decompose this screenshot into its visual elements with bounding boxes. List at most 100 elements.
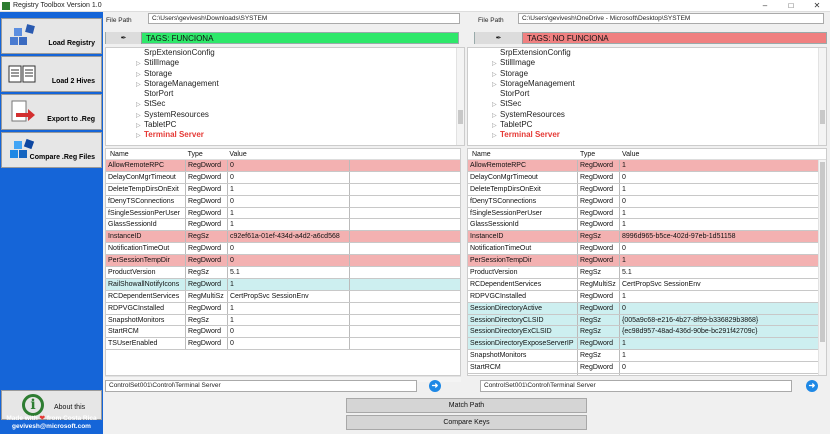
expand-arrow-icon[interactable]: ▷ — [492, 131, 500, 141]
table-row[interactable]: fDenyTSConnections RegDword 0 — [468, 195, 826, 208]
table-row[interactable]: NotificationTimeOut RegDword 0 — [468, 243, 826, 256]
table-row[interactable]: RDPVGCInstalled RegDword 1 — [468, 290, 826, 303]
tree-item[interactable]: SrpExtensionConfig — [136, 48, 464, 58]
cell-value: 1 — [620, 255, 820, 267]
table-row[interactable]: AllowRemoteRPC RegDword 0 — [106, 160, 460, 172]
cell-value: 5.1 — [228, 267, 350, 278]
tree-item[interactable]: ▷ StorageManagement — [492, 79, 826, 89]
cell-name: SessionDirectoryExCLSID — [468, 326, 578, 338]
compare-reg-files-button[interactable]: Compare .Reg Files — [1, 132, 102, 168]
tree-item[interactable]: ▷ Storage — [136, 69, 464, 79]
tree-item-label: Terminal Server — [500, 130, 560, 140]
left-edit-tag-button[interactable]: ✒ — [106, 32, 142, 44]
tree-item[interactable]: ▷ StillImage — [492, 58, 826, 68]
right-col-type[interactable]: Type — [578, 149, 620, 159]
left-go-button[interactable]: ➜ — [429, 380, 441, 392]
cell-name: StartRCM — [468, 362, 578, 374]
right-tree-items: SrpExtensionConfig ▷ StillImage ▷ Storage ▷ St… — [468, 48, 826, 141]
tree-item[interactable]: ▷ StSec — [492, 99, 826, 109]
table-row[interactable]: InstanceID RegSz 8996d965-b5ce-402d-97eb-1… — [468, 231, 826, 244]
left-col-value[interactable]: Value — [227, 149, 460, 159]
right-edit-tag-button[interactable]: ✒ — [475, 32, 523, 44]
left-key-path-field[interactable]: ControlSet001\Control\Terminal Server — [105, 380, 417, 392]
right-go-button[interactable]: ➜ — [806, 380, 818, 392]
right-key-path-field[interactable]: ControlSet001\Control\Terminal Server — [480, 380, 792, 392]
table-row[interactable]: GlassSessionId RegDword 1 — [468, 219, 826, 232]
right-registry-tree[interactable]: SrpExtensionConfig ▷ StillImage ▷ Storage ▷ St… — [467, 47, 827, 146]
table-row[interactable]: ProductVersion RegSz 5.1 — [468, 267, 826, 279]
expand-arrow-icon[interactable]: ▷ — [136, 131, 144, 141]
tree-item[interactable]: ▷ SystemResources — [492, 110, 826, 120]
table-row[interactable]: SessionDirectoryActive RegDword 0 — [468, 302, 826, 315]
table-row[interactable]: SessionDirectoryExposeServerIP RegDword 1 — [468, 338, 826, 351]
table-row[interactable]: DeleteTempDirsOnExit RegDword 1 — [468, 183, 826, 196]
made-with-prefix: Made with — [6, 415, 38, 422]
tree-item[interactable]: ▷ StillImage — [136, 58, 464, 68]
left-tree-scrollbar[interactable] — [456, 48, 464, 145]
app-icon — [2, 1, 10, 10]
export-reg-button[interactable]: Export to .Reg — [1, 94, 102, 130]
table-row[interactable]: DelayConMgrTimeout RegDword 0 — [468, 171, 826, 184]
table-row[interactable]: GlassSessionId RegDword 1 — [106, 219, 460, 232]
tree-item[interactable]: ▷ Storage — [492, 69, 826, 79]
table-row[interactable]: InstanceID RegSz c92ef61a-01ef-434d-a4d2-a… — [106, 231, 460, 244]
left-file-path-field[interactable]: C:\Users\gevivesh\Downloads\SYSTEM — [148, 13, 460, 24]
table-row[interactable]: DeleteTempDirsOnExit RegDword 1 — [106, 183, 460, 196]
table-row[interactable]: SnapshotMonitors RegSz 1 — [106, 314, 460, 327]
right-file-path-field[interactable]: C:\Users\gevivesh\OneDrive - Microsoft\D… — [518, 13, 824, 24]
match-path-button[interactable]: Match Path — [346, 398, 587, 413]
table-row[interactable]: fSingleSessionPerUser RegDword 1 — [468, 207, 826, 220]
table-row[interactable]: DelayConMgrTimeout RegDword 0 — [106, 171, 460, 184]
table-row[interactable]: ProductVersion RegSz 5.1 — [106, 267, 460, 279]
left-col-type[interactable]: Type — [186, 149, 228, 159]
load-registry-button[interactable]: Load Registry — [1, 18, 102, 54]
tree-item[interactable]: ▷ TabletPC — [492, 120, 826, 130]
table-row[interactable]: SnapshotMonitors RegSz 1 — [468, 350, 826, 363]
minimize-button[interactable]: – — [752, 0, 778, 12]
cell-name: GlassSessionId — [468, 219, 578, 231]
sidebar: Load Registry Load 2 Hives Export to .Re… — [0, 12, 103, 434]
right-table-scroll-thumb[interactable] — [820, 162, 825, 342]
load-two-hives-button[interactable]: Load 2 Hives — [1, 56, 102, 92]
table-row[interactable]: StartRCM RegDword 0 — [106, 326, 460, 339]
compare-keys-button[interactable]: Compare Keys — [346, 415, 587, 430]
right-col-value[interactable]: Value — [620, 149, 820, 159]
maximize-button[interactable]: □ — [778, 0, 804, 12]
table-row[interactable]: RCDependentServices RegMultiSz CertPropSvc… — [106, 290, 460, 303]
left-tree-scroll-thumb[interactable] — [458, 110, 463, 124]
right-tree-scroll-thumb[interactable] — [820, 110, 825, 124]
tree-item[interactable]: StorPort — [136, 89, 464, 99]
table-row[interactable]: SessionDirectoryExCLSID RegSz {ec98d957-48… — [468, 326, 826, 339]
table-row[interactable]: TSUserEnabledRegDword0 — [106, 338, 460, 351]
table-row[interactable]: RCDependentServices RegMultiSz CertPropSvc… — [468, 278, 826, 291]
tree-item[interactable]: ▷ SystemResources — [136, 110, 464, 120]
table-row[interactable]: NotificationTimeOut RegDword 0 — [106, 243, 460, 256]
table-row[interactable]: RailShowallNotifyIcons RegDword 1 — [106, 278, 460, 291]
table-row[interactable]: TSUserEnabledRegDword0 — [468, 374, 826, 375]
left-table-rows: AllowRemoteRPC RegDword 0 DelayConMgrTimeou… — [106, 160, 460, 351]
close-button[interactable]: ✕ — [804, 0, 830, 12]
left-registry-tree[interactable]: SrpExtensionConfig ▷ StillImage ▷ Storage ▷ St… — [105, 47, 465, 146]
table-row[interactable]: PerSessionTempDir RegDword 0 — [106, 255, 460, 268]
tree-item[interactable]: StorPort — [492, 89, 826, 99]
left-col-name[interactable]: Name — [106, 149, 186, 159]
right-table-scrollbar[interactable] — [818, 160, 826, 375]
table-row[interactable]: fDenyTSConnections RegDword 0 — [106, 195, 460, 208]
table-row[interactable]: AllowRemoteRPC RegDword 1 — [468, 160, 826, 172]
tree-item[interactable]: ▷ StSec — [136, 99, 464, 109]
table-row[interactable]: SessionDirectoryCLSID RegSz {005a9c68-e216… — [468, 314, 826, 327]
table-row[interactable]: PerSessionTempDir RegDword 1 — [468, 255, 826, 268]
tree-item[interactable]: ▷ Terminal Server — [136, 130, 464, 140]
tree-item[interactable]: ▷ TabletPC — [136, 120, 464, 130]
table-row[interactable]: fSingleSessionPerUser RegDword 1 — [106, 207, 460, 220]
table-row[interactable]: RDPVGCInstalled RegDword 1 — [106, 302, 460, 315]
right-col-name[interactable]: Name — [468, 149, 578, 159]
tree-item[interactable]: SrpExtensionConfig — [492, 48, 826, 58]
right-go-arrow-icon: ➜ — [808, 381, 816, 390]
table-row[interactable]: StartRCM RegDword 0 — [468, 362, 826, 375]
cell-value: 0 — [620, 171, 820, 183]
tree-item[interactable]: ▷ Terminal Server — [492, 130, 826, 140]
right-tree-scrollbar[interactable] — [818, 48, 826, 145]
tree-item[interactable]: ▷ StorageManagement — [136, 79, 464, 89]
cell-value: 1 — [620, 338, 820, 350]
